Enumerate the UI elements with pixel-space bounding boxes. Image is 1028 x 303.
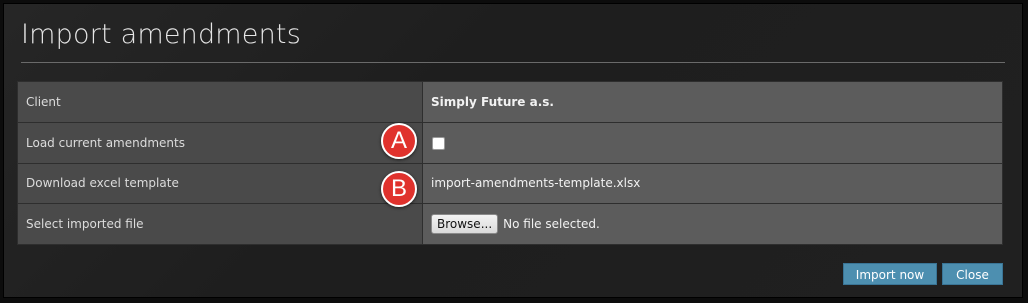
select-file-label: Select imported file — [17, 203, 423, 245]
dialog-title: Import amendments — [21, 19, 301, 50]
import-form-table: Client Simply Future a.s. Load current a… — [17, 81, 1003, 245]
load-current-amendments-label: Load current amendments — [17, 121, 423, 164]
download-template-cell: import-amendments-template.xlsx — [422, 162, 1003, 205]
select-file-cell: Browse... No file selected. — [422, 203, 1003, 245]
annotation-marker-a: A — [381, 123, 417, 159]
form-row-download-template: Download excel template import-amendment… — [17, 162, 1003, 205]
client-label: Client — [17, 81, 423, 123]
annotation-marker-b: B — [381, 171, 417, 207]
form-row-load-current: Load current amendments — [17, 121, 1003, 164]
browse-button[interactable]: Browse... — [431, 214, 499, 235]
import-now-button[interactable]: Import now — [843, 263, 937, 285]
download-template-label: Download excel template — [17, 162, 423, 205]
load-current-amendments-checkbox[interactable] — [432, 136, 445, 150]
close-button[interactable]: Close — [942, 263, 1003, 285]
form-row-client: Client Simply Future a.s. — [17, 81, 1003, 123]
form-row-select-file: Select imported file Browse... No file se… — [17, 203, 1003, 245]
title-divider — [21, 62, 1005, 63]
load-current-amendments-cell — [422, 121, 1003, 164]
file-status-text: No file selected. — [503, 217, 600, 232]
download-template-link[interactable]: import-amendments-template.xlsx — [431, 176, 640, 190]
client-value: Simply Future a.s. — [422, 81, 1003, 123]
